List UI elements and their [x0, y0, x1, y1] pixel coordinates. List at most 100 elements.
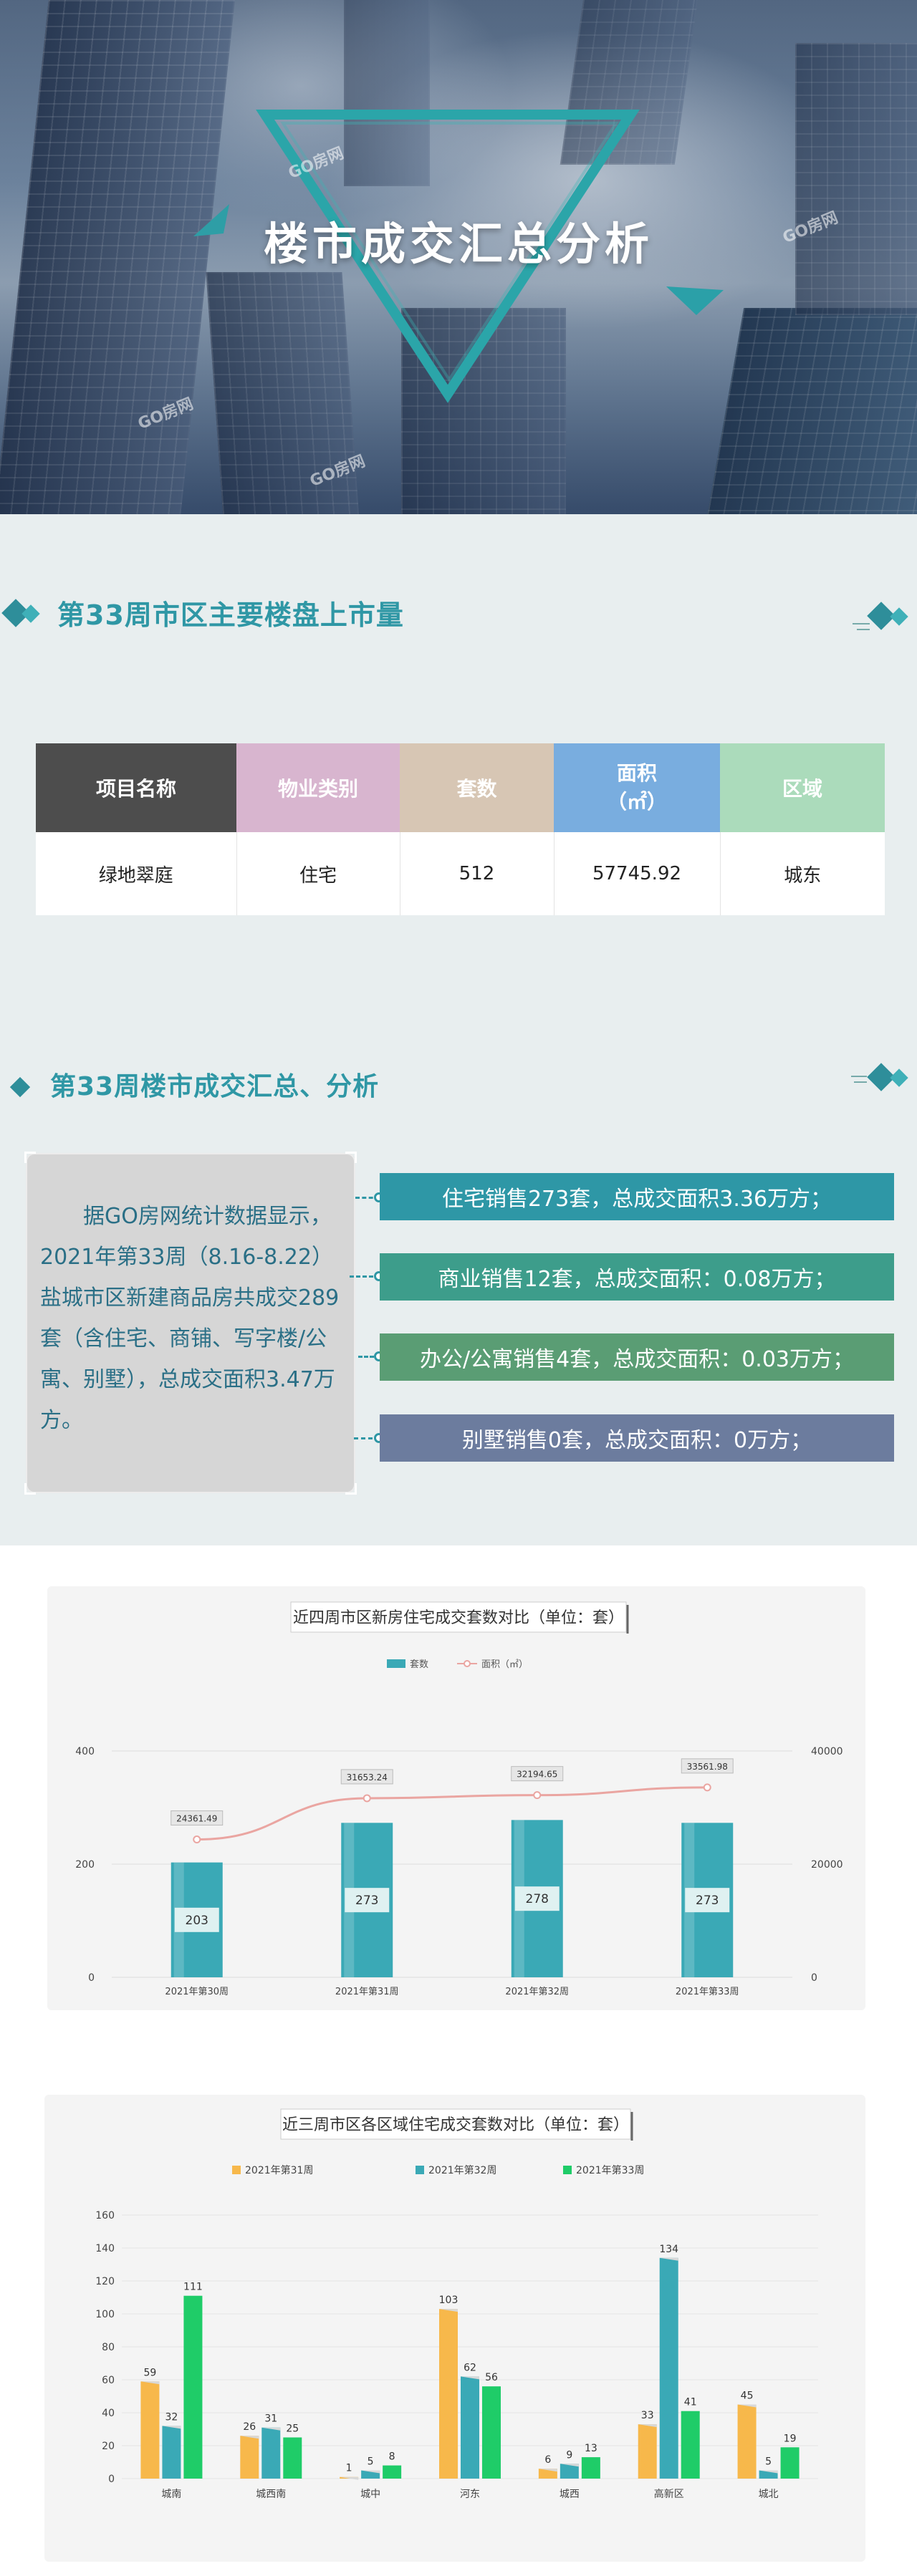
y-tick-label: 100 — [95, 2309, 115, 2320]
bar — [283, 2437, 302, 2479]
bar-label: 19 — [784, 2433, 797, 2444]
bar-label: 5 — [765, 2456, 772, 2468]
section-title: 第33周市区主要楼盘上市量 — [57, 599, 404, 631]
x-tick-label: 高新区 — [654, 2488, 684, 2500]
bar-label: 273 — [696, 1894, 719, 1908]
x-tick-label: 城北 — [759, 2489, 779, 2500]
diamond-icon — [890, 607, 908, 626]
bar-label: 111 — [183, 2282, 203, 2293]
x-tick-label: 2021年第33周 — [676, 1987, 739, 1997]
summary-text: 据GO房网统计数据显示，2021年第33周（8.16-8.22）盐城市区新建商品… — [40, 1204, 340, 1433]
table-cell: 512 — [400, 832, 554, 915]
chart-card-weekly: 近四周市区新房住宅成交套数对比（单位：套） 套数 面积（㎡） 0 200 400 0 2000… — [47, 1586, 865, 2010]
bar — [183, 2295, 203, 2479]
line-label: 33561.98 — [687, 1762, 728, 1772]
x-tick-label: 2021年第32周 — [505, 1987, 569, 1997]
series-line — [196, 1786, 708, 1841]
bar-label: 9 — [566, 2449, 572, 2461]
table-header: 套数 — [400, 743, 554, 832]
legend-swatch — [563, 2166, 572, 2174]
y-tick-label: 0 — [108, 2474, 115, 2485]
x-tick-label: 城西南 — [256, 2489, 286, 2500]
bar-label: 56 — [485, 2372, 498, 2383]
table-cell: 57745.92 — [554, 832, 721, 915]
bar-label: 6 — [544, 2454, 551, 2466]
x-tick-label: 城中 — [360, 2489, 380, 2500]
bar-label: 33 — [641, 2410, 654, 2421]
bar-label: 1 — [346, 2463, 352, 2474]
bar — [439, 2309, 458, 2479]
chart-card-district: 近三周市区各区域住宅成交套数对比（单位：套） 2021年第31周 2021年第32周… — [44, 2095, 865, 2562]
diamond-icon — [890, 1068, 908, 1087]
stat-pill-office: 办公/公寓销售4套，总成交面积：0.03万方； — [380, 1333, 894, 1381]
bar-label: 25 — [286, 2423, 299, 2435]
bar — [638, 2424, 657, 2479]
legend-swatch — [232, 2166, 241, 2174]
section-title: 第33周楼市成交汇总、分析 — [50, 1072, 380, 1101]
weekly-deals-chart: 近四周市区新房住宅成交套数对比（单位：套） 套数 面积（㎡） 0 200 400 0 2000… — [75, 1601, 843, 1997]
stat-pill-commercial: 商业销售12套，总成交面积：0.08万方； — [380, 1253, 894, 1301]
bar — [737, 2404, 757, 2479]
bar-label: 59 — [144, 2367, 157, 2378]
line-label: 32194.65 — [517, 1770, 557, 1780]
bar — [162, 2426, 181, 2479]
bar-label: 278 — [526, 1892, 549, 1906]
bar-label: 26 — [243, 2421, 256, 2433]
table-header: 区域 — [720, 743, 885, 832]
legend-swatch — [387, 1659, 405, 1668]
table-cell: 城东 — [720, 832, 885, 915]
bar — [482, 2386, 501, 2479]
diamond-icon — [9, 1076, 31, 1098]
x-tick-label: 2021年第31周 — [335, 1987, 399, 1997]
bar — [780, 2447, 800, 2479]
line-label: 24361.49 — [176, 1814, 217, 1824]
bar-label: 41 — [684, 2397, 697, 2408]
bar-label: 134 — [659, 2244, 678, 2255]
bar-label: 32 — [165, 2411, 178, 2423]
bar-label: 273 — [355, 1894, 378, 1908]
chart-title: 近四周市区新房住宅成交套数对比（单位：套） — [293, 1609, 624, 1627]
line-point — [193, 1835, 201, 1844]
legend-swatch — [416, 2166, 424, 2174]
summary-box: 据GO房网统计数据显示，2021年第33周（8.16-8.22）盐城市区新建商品… — [24, 1152, 357, 1495]
legend-label: 面积（㎡） — [481, 1659, 528, 1670]
district-deals-chart: 近三周市区各区域住宅成交套数对比（单位：套） 2021年第31周 2021年第32周… — [95, 2108, 818, 2500]
bar — [140, 2381, 160, 2479]
bar-label: 62 — [464, 2362, 476, 2373]
y-tick-label: 200 — [75, 1859, 95, 1871]
line-point — [703, 1783, 711, 1792]
table-header: 项目名称 — [36, 743, 236, 832]
legend-label: 2021年第33周 — [576, 2164, 644, 2176]
y-tick-label: 0 — [88, 1972, 95, 1984]
line-label: 31653.24 — [347, 1772, 388, 1783]
table-cell: 住宅 — [236, 832, 400, 915]
x-tick-label: 城西 — [560, 2489, 580, 2500]
bar — [581, 2457, 600, 2479]
bar-label: 103 — [439, 2295, 458, 2306]
bar-label: 5 — [368, 2456, 374, 2468]
line-point — [363, 1794, 371, 1803]
bar-label: 203 — [186, 1914, 208, 1928]
y-tick-label: 120 — [95, 2276, 115, 2287]
y-tick-label: 140 — [95, 2243, 115, 2254]
table-header: 物业类别 — [236, 743, 400, 832]
bar — [261, 2427, 281, 2479]
bar — [681, 2411, 700, 2479]
stat-pill-residential: 住宅销售273套，总成交面积3.36万方； — [380, 1173, 894, 1220]
y-tick-label: 400 — [75, 1746, 95, 1757]
x-tick-label: 2021年第30周 — [165, 1987, 229, 1997]
x-tick-label: 河东 — [460, 2489, 480, 2500]
bar-label: 8 — [389, 2451, 395, 2463]
page-title: 楼市成交汇总分析 — [263, 218, 653, 270]
x-tick-label: 城南 — [161, 2489, 181, 2500]
table-row: 绿地翠庭 住宅 512 57745.92 城东 — [36, 832, 885, 915]
listing-table: 项目名称 物业类别 套数 面积 （㎡） 区域 绿地翠庭 住宅 512 57745… — [36, 743, 885, 915]
stat-pill-villa: 别墅销售0套，总成交面积：0万方； — [380, 1414, 894, 1462]
y2-tick-label: 0 — [811, 1972, 817, 1984]
bar-label: 45 — [741, 2391, 754, 2402]
chart-title: 近三周市区各区域住宅成交套数对比（单位：套） — [282, 2116, 629, 2134]
bar — [383, 2465, 402, 2479]
bar — [659, 2257, 678, 2479]
y-tick-label: 160 — [95, 2210, 115, 2222]
bar-label: 13 — [585, 2443, 597, 2454]
